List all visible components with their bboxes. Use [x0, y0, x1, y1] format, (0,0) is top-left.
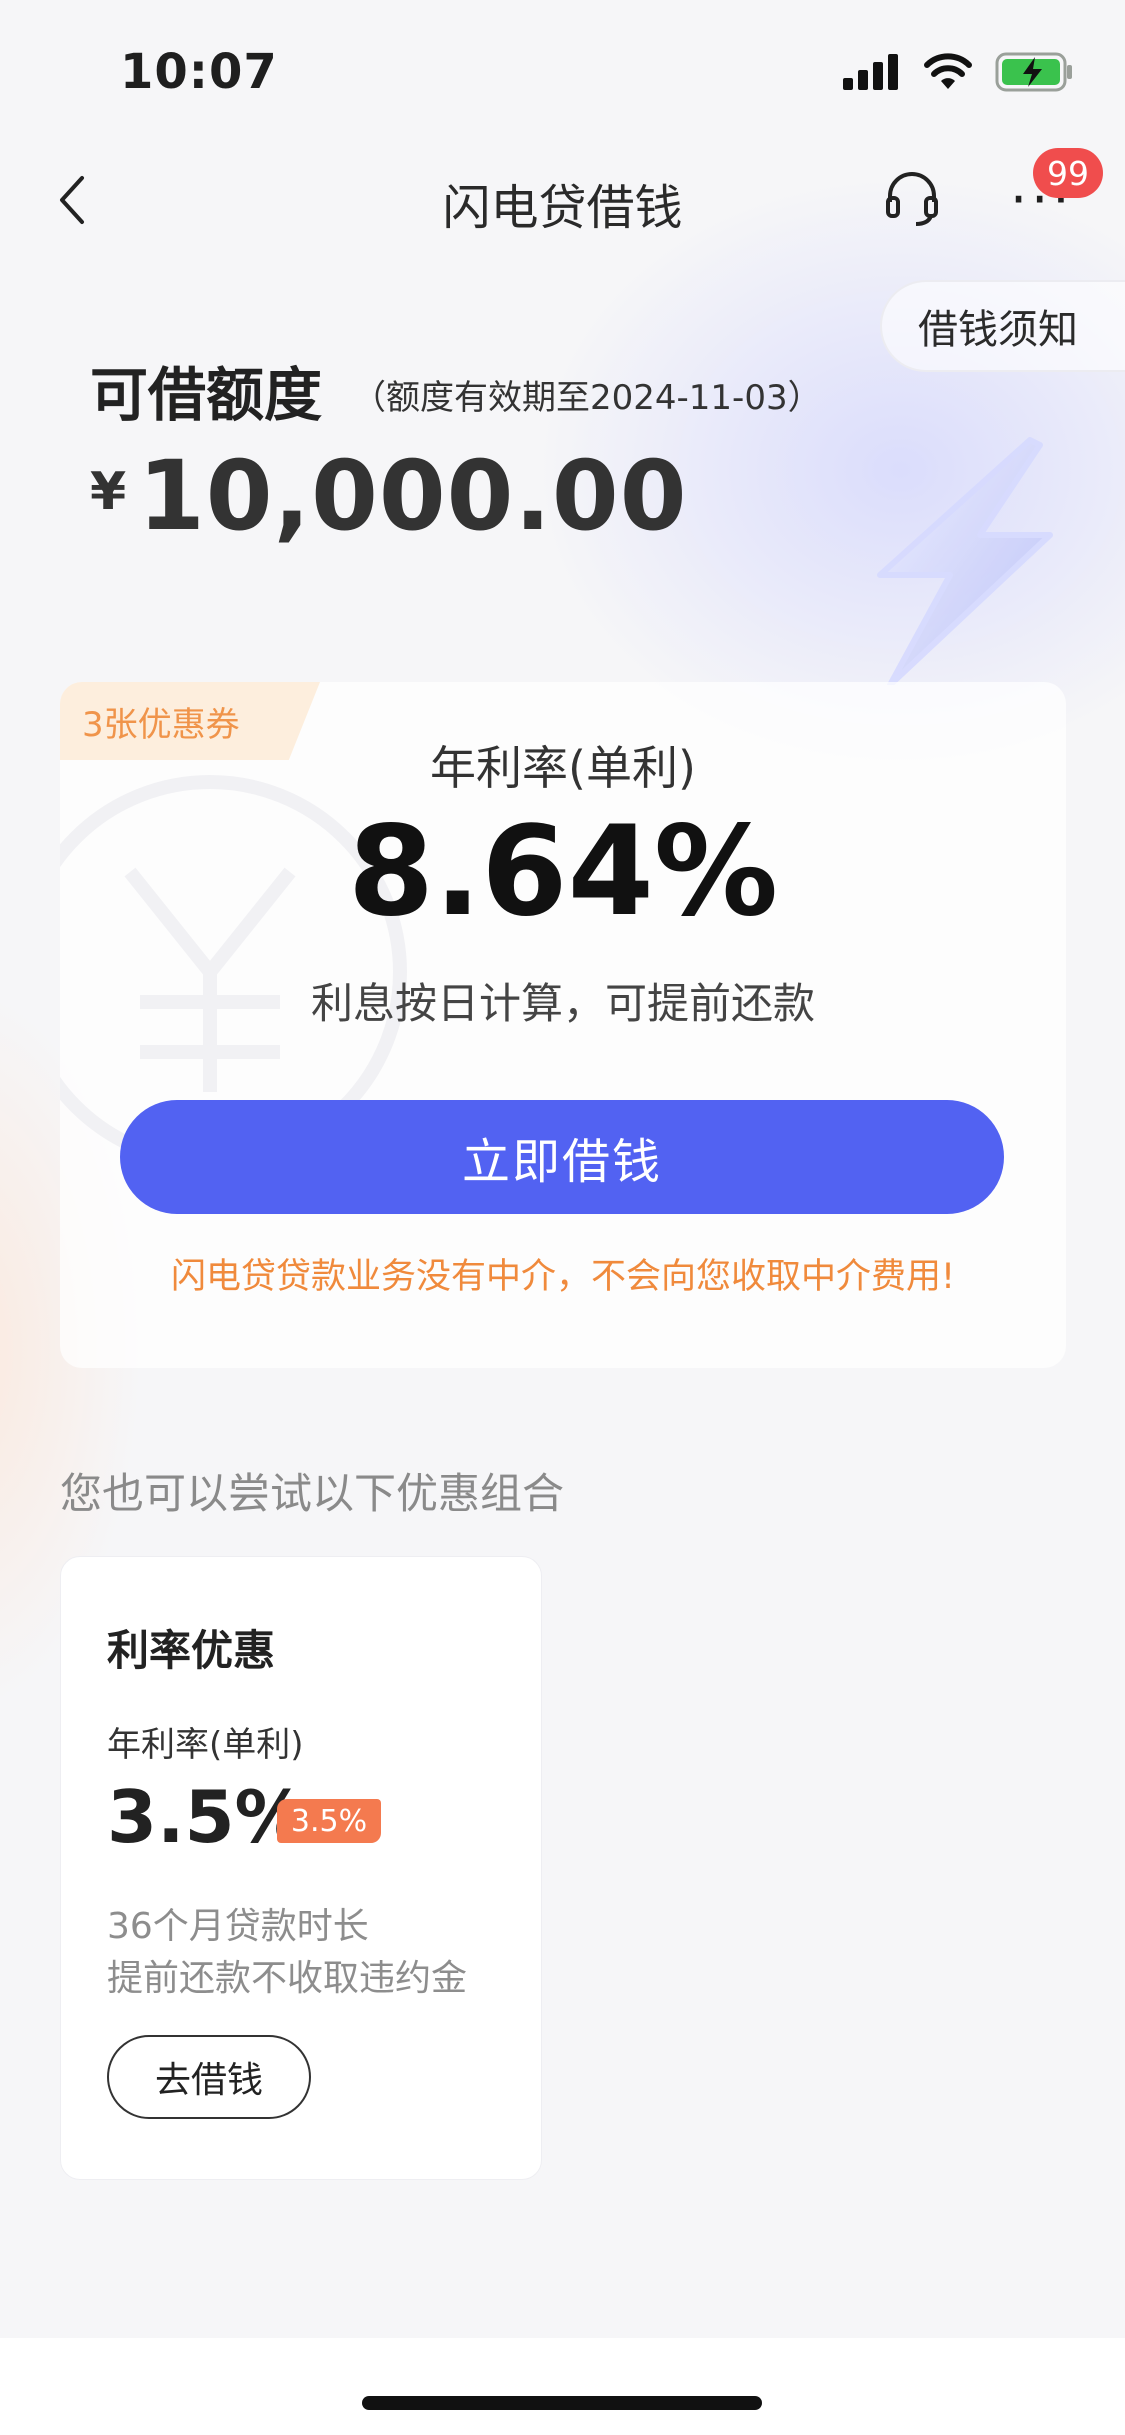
signal-icon — [843, 54, 898, 90]
credit-limit-label: 可借额度 — [90, 361, 323, 429]
promo-card-rate-discount[interactable]: 利率优惠 年利率(单利) 3.5% 3.5% 36个月贷款时长 提前还款不收取违… — [60, 1556, 542, 2180]
no-agent-warning: 闪电贷贷款业务没有中介，不会向您收取中介费用! — [170, 1257, 956, 1297]
battery-charging-icon — [995, 52, 1072, 92]
status-icons — [843, 52, 1075, 92]
credit-amount: 10,000.00 — [138, 440, 688, 552]
status-time: 10:07 — [120, 44, 278, 100]
bottom-safe-area — [0, 2338, 1125, 2435]
credit-validity-note: （额度有效期至2024-11-03） — [352, 378, 822, 418]
status-bar: 10:07 — [0, 0, 1125, 150]
promo-rate-tag: 3.5% — [277, 1799, 381, 1843]
annual-rate-value: 8.64% — [347, 800, 779, 944]
borrow-notice-button[interactable]: 借钱须知 — [880, 280, 1125, 372]
currency-symbol: ¥ — [90, 462, 127, 522]
promo-prepay-note: 提前还款不收取违约金 — [107, 1958, 468, 1999]
loan-main-card: 3张优惠券 年利率(单利) 8.64% 利息按日计算，可提前还款 立即借钱 闪电… — [60, 682, 1066, 1368]
go-borrow-button[interactable]: 去借钱 — [107, 2035, 311, 2119]
annual-rate-label: 年利率(单利) — [430, 741, 696, 795]
promo-term: 36个月贷款时长 — [107, 1906, 369, 1947]
page-title: 闪电贷借钱 — [442, 180, 683, 236]
rate-description: 利息按日计算，可提前还款 — [310, 979, 815, 1028]
nav-bar: 闪电贷借钱 ··· — [0, 150, 1125, 250]
borrow-now-button[interactable]: 立即借钱 — [120, 1100, 1004, 1214]
home-indicator — [362, 2396, 762, 2410]
lightning-bolt-icon — [877, 437, 1053, 685]
headset-icon[interactable] — [882, 168, 942, 228]
notification-badge: 99 — [1033, 148, 1103, 198]
promo-rate-label: 年利率(单利) — [107, 1725, 304, 1765]
wifi-icon — [924, 53, 972, 89]
promo-title: 利率优惠 — [107, 1626, 276, 1675]
section-title: 您也可以尝试以下优惠组合 — [60, 1469, 565, 1518]
